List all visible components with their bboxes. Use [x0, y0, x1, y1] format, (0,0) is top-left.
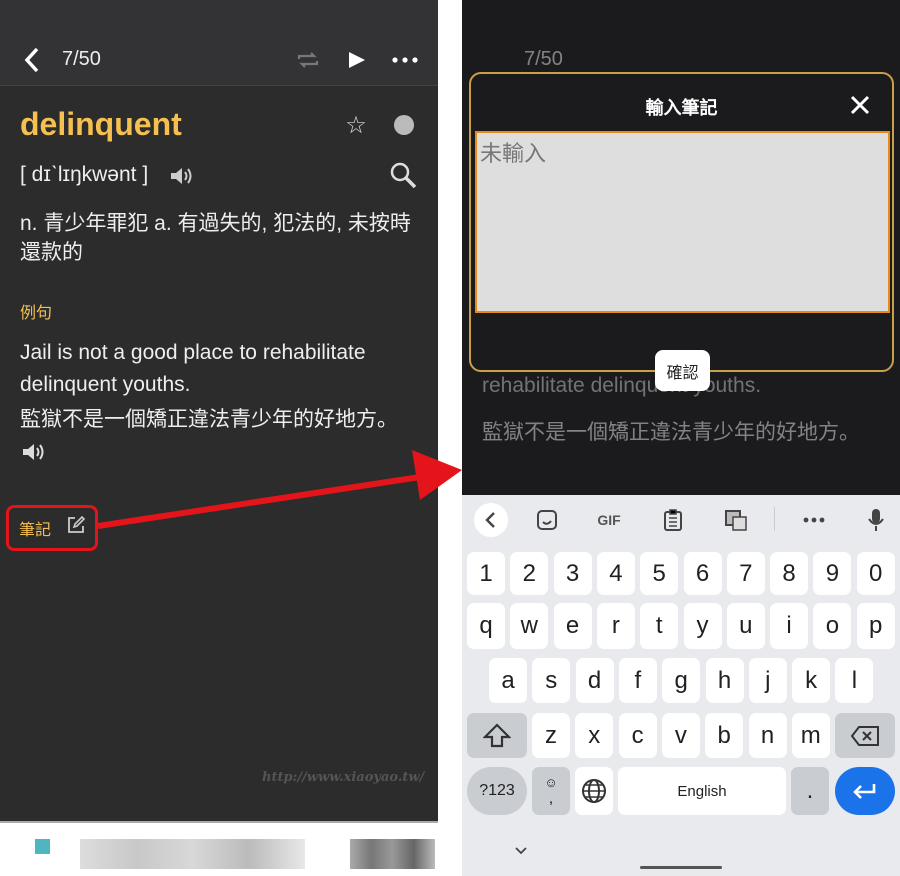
key-x[interactable]: x	[575, 713, 614, 758]
key-f[interactable]: f	[618, 658, 657, 703]
clipboard-button[interactable]	[658, 505, 688, 535]
translate-button[interactable]	[721, 505, 751, 535]
key-s[interactable]: s	[532, 658, 571, 703]
key-w[interactable]: w	[510, 603, 549, 649]
key-r[interactable]: r	[596, 603, 635, 649]
mic-icon	[868, 509, 884, 531]
key-t[interactable]: t	[640, 603, 679, 649]
period-key[interactable]: .	[791, 767, 829, 815]
key-9[interactable]: 9	[813, 552, 852, 595]
gesture-bar[interactable]	[640, 866, 722, 869]
shift-key[interactable]	[467, 713, 527, 758]
hide-keyboard-icon[interactable]	[514, 843, 528, 857]
key-u[interactable]: u	[726, 603, 765, 649]
backspace-key[interactable]	[835, 713, 895, 758]
back-button[interactable]	[474, 503, 508, 537]
key-n[interactable]: n	[748, 713, 787, 758]
more-icon	[803, 517, 825, 523]
translate-icon	[725, 510, 747, 531]
symbols-key[interactable]: ?123	[467, 767, 527, 815]
sticker-button[interactable]	[532, 505, 562, 535]
toolbar-divider	[774, 507, 775, 531]
key-p[interactable]: p	[856, 603, 895, 649]
clipboard-icon	[664, 509, 682, 531]
enter-key[interactable]	[835, 767, 895, 815]
key-z[interactable]: z	[532, 713, 570, 758]
sticker-icon	[537, 510, 557, 530]
key-e[interactable]: e	[553, 603, 592, 649]
key-v[interactable]: v	[661, 713, 700, 758]
key-2[interactable]: 2	[510, 552, 549, 595]
key-j[interactable]: j	[748, 658, 787, 703]
key-5[interactable]: 5	[640, 552, 679, 595]
more-button[interactable]	[799, 505, 829, 535]
key-o[interactable]: o	[813, 603, 852, 649]
key-y[interactable]: y	[683, 603, 722, 649]
key-k[interactable]: k	[792, 658, 831, 703]
back-icon	[485, 512, 495, 528]
mic-button[interactable]	[861, 505, 891, 535]
backspace-icon	[850, 725, 879, 746]
key-8[interactable]: 8	[770, 552, 809, 595]
key-6[interactable]: 6	[683, 552, 722, 595]
key-b[interactable]: b	[705, 713, 744, 758]
key-a[interactable]: a	[489, 658, 527, 703]
key-c[interactable]: c	[618, 713, 657, 758]
space-key[interactable]: English	[618, 767, 786, 815]
key-g[interactable]: g	[662, 658, 701, 703]
globe-icon	[582, 779, 606, 803]
key-1[interactable]: 1	[467, 552, 505, 595]
key-l[interactable]: l	[835, 658, 874, 703]
gif-button[interactable]: GIF	[594, 505, 624, 535]
key-m[interactable]: m	[791, 713, 830, 758]
language-key[interactable]	[575, 767, 613, 815]
key-4[interactable]: 4	[596, 552, 635, 595]
key-7[interactable]: 7	[726, 552, 765, 595]
key-d[interactable]: d	[575, 658, 614, 703]
key-q[interactable]: q	[467, 603, 505, 649]
key-i[interactable]: i	[770, 603, 809, 649]
key-3[interactable]: 3	[553, 552, 592, 595]
emoji-comma-key[interactable]: ☺,	[532, 767, 570, 815]
enter-icon	[853, 784, 876, 799]
key-h[interactable]: h	[705, 658, 744, 703]
shift-icon	[483, 722, 511, 747]
key-0[interactable]: 0	[856, 552, 895, 595]
